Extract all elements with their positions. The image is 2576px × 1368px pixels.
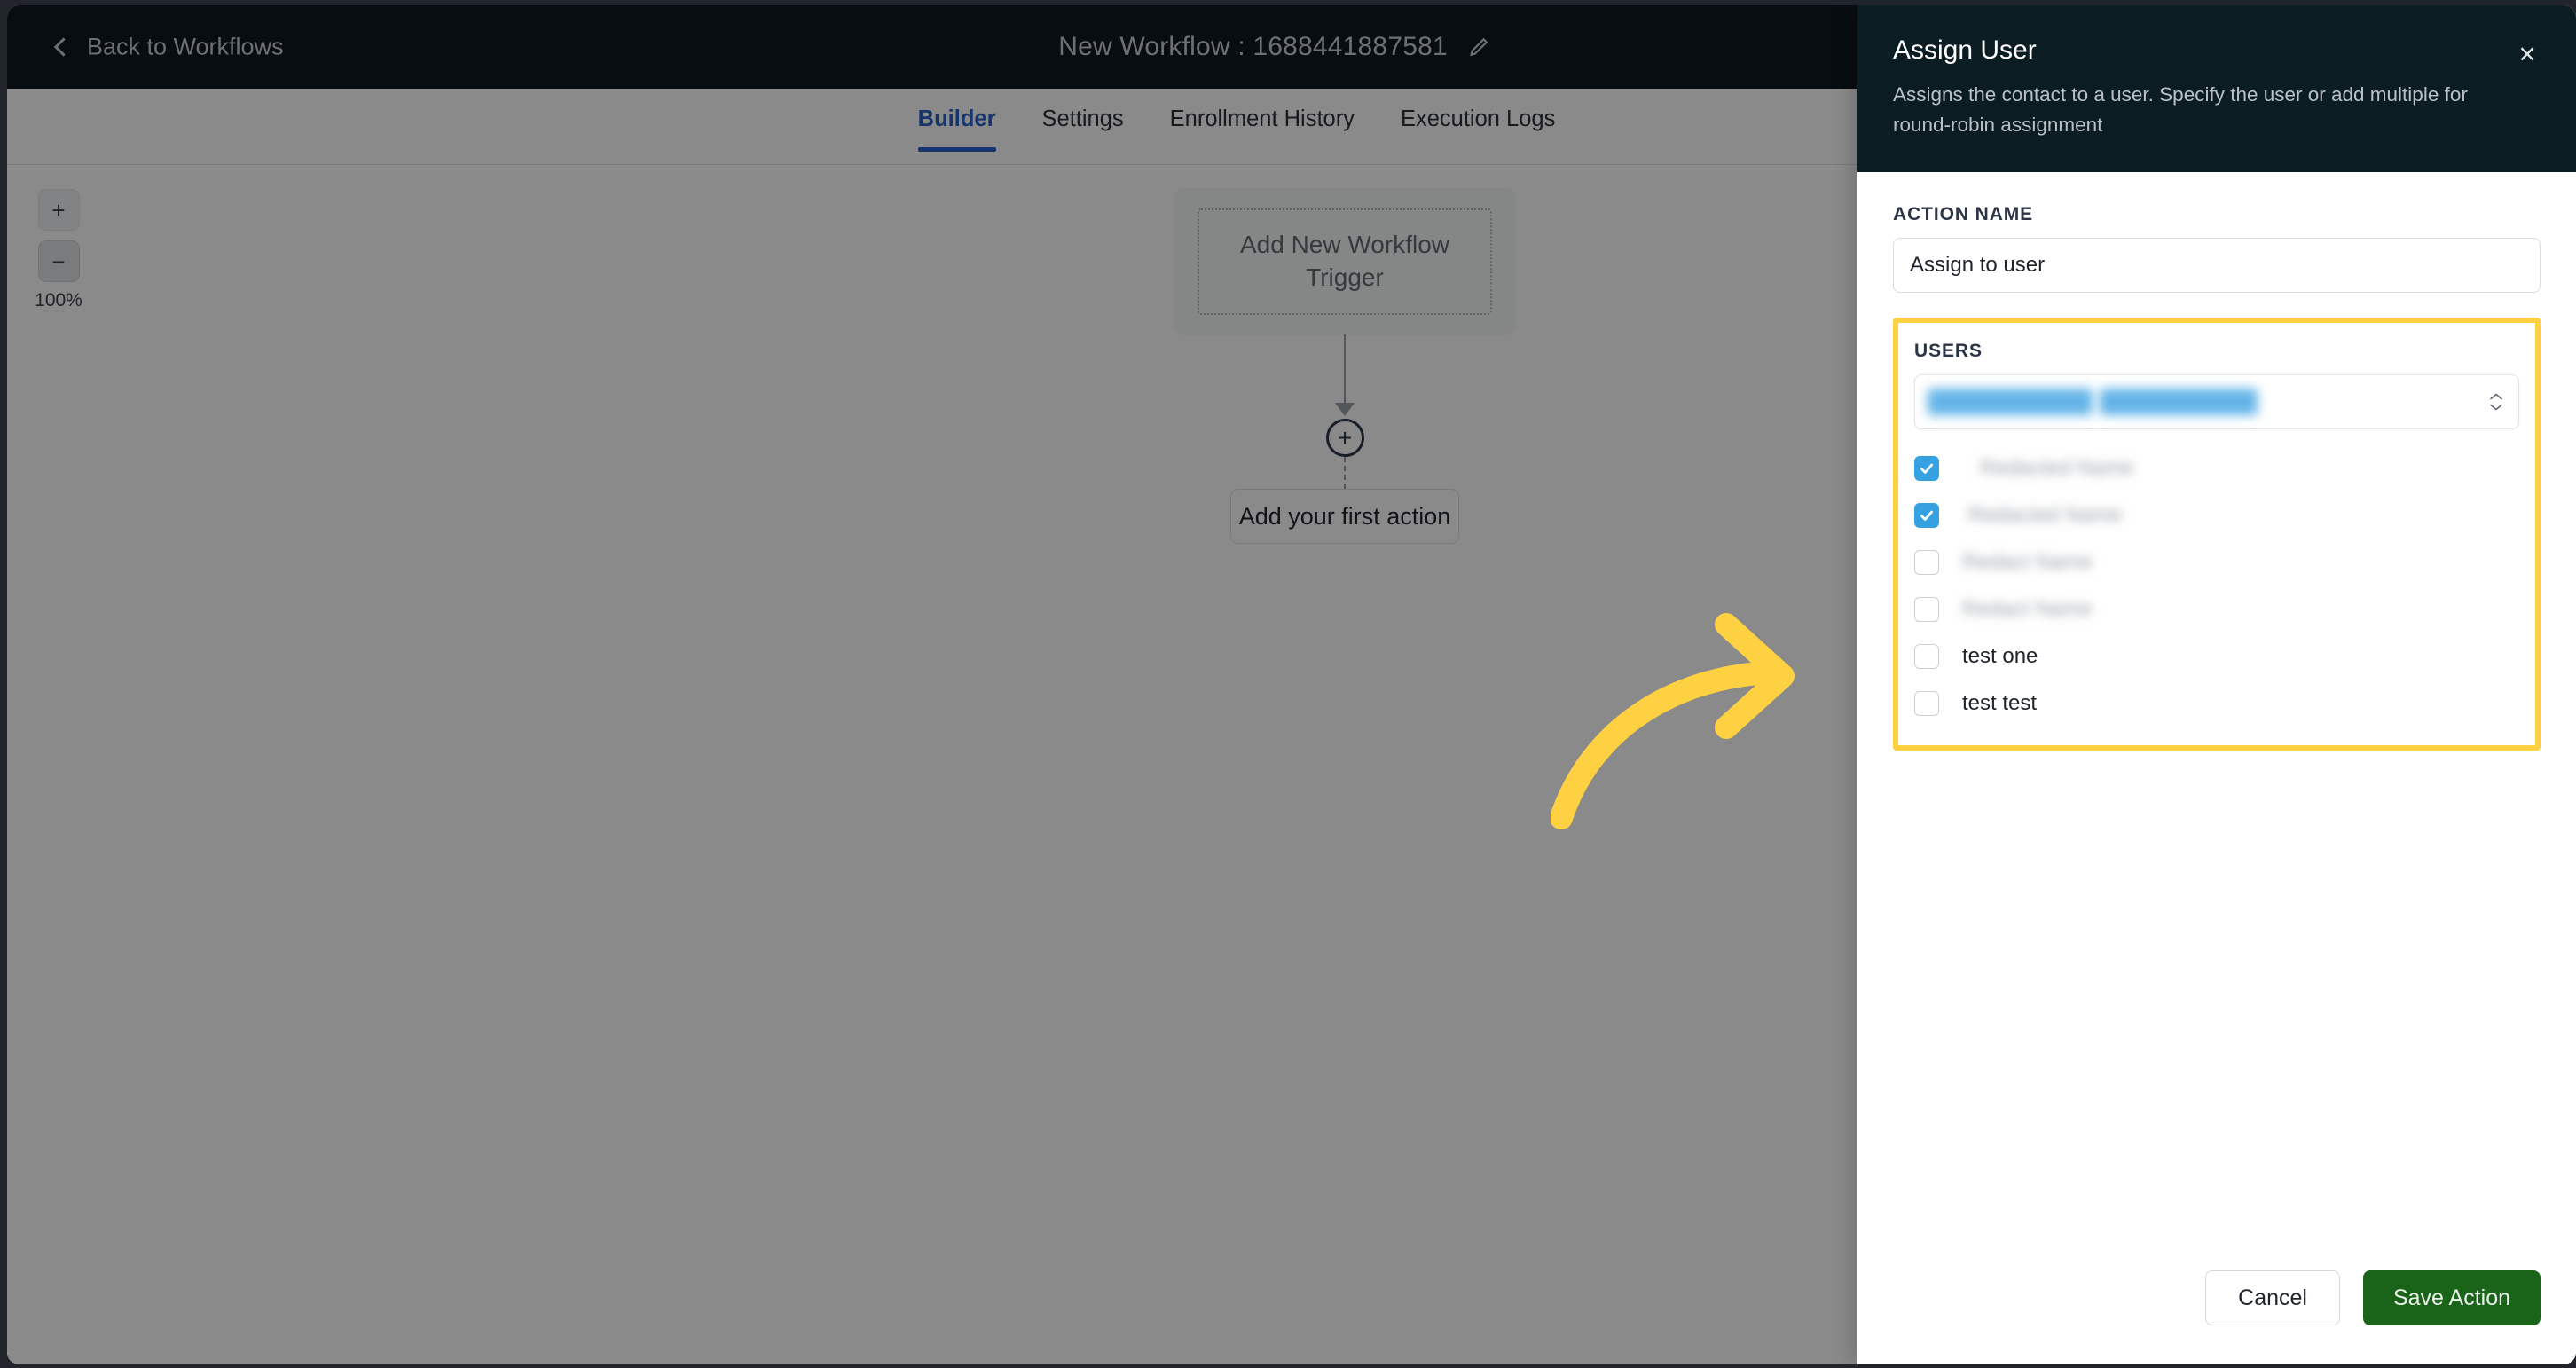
user-name: test one xyxy=(1962,644,2038,668)
tab-enrollment-history[interactable]: Enrollment History xyxy=(1147,106,1378,152)
workflow-graph: Add New Workflow Trigger + Add your firs… xyxy=(1158,188,1531,544)
connector-arrowhead-icon xyxy=(1335,403,1355,416)
panel-body: ACTION NAME USERS xyxy=(1857,172,2576,1271)
selected-user-tag[interactable] xyxy=(2100,388,2258,415)
list-item[interactable]: ​ Redacted Name xyxy=(1914,492,2519,539)
zoom-in-button[interactable]: + xyxy=(37,189,80,231)
tab-execution-logs[interactable]: Execution Logs xyxy=(1378,106,1578,152)
users-multiselect[interactable] xyxy=(1914,373,2519,429)
users-label: USERS xyxy=(1914,340,1983,361)
add-first-action-button[interactable]: Add your first action xyxy=(1230,489,1459,544)
user-name: ​Redact Name xyxy=(1962,550,2093,574)
chevron-left-icon xyxy=(53,37,74,57)
list-item[interactable]: ​Redact Name xyxy=(1914,539,2519,586)
tab-list: Builder Settings Enrollment History Exec… xyxy=(895,89,1579,152)
panel-subtitle: Assigns the contact to a user. Specify t… xyxy=(1893,83,2468,136)
add-trigger-label: Add New Workflow Trigger xyxy=(1198,208,1492,315)
app-window: Back to Workflows New Workflow : 1688441… xyxy=(7,5,2576,1364)
users-option-list: ​ Redacted Name ​ Redacted Name ​Redact … xyxy=(1914,445,2519,727)
list-item[interactable]: test one xyxy=(1914,633,2519,680)
checkbox-icon[interactable] xyxy=(1914,691,1939,716)
zoom-out-button[interactable]: − xyxy=(37,240,80,282)
pencil-icon[interactable] xyxy=(1467,35,1490,59)
list-item[interactable]: ​ Redacted Name xyxy=(1914,445,2519,492)
user-name: ​ Redacted Name xyxy=(1962,456,2134,480)
panel-footer: Cancel Save Action xyxy=(1857,1270,2576,1364)
tab-settings[interactable]: Settings xyxy=(1019,106,1147,152)
checkbox-icon[interactable] xyxy=(1914,550,1939,575)
checkbox-icon[interactable] xyxy=(1914,597,1939,622)
zoom-level-label: 100% xyxy=(35,290,82,311)
close-icon[interactable]: × xyxy=(2512,39,2542,71)
checkbox-icon[interactable] xyxy=(1914,503,1939,528)
connector-line xyxy=(1344,334,1346,404)
tab-builder[interactable]: Builder xyxy=(895,106,1019,152)
add-step-button[interactable]: + xyxy=(1325,419,1364,457)
panel-title: Assign User xyxy=(1893,35,2037,65)
checkbox-icon[interactable] xyxy=(1914,644,1939,669)
selected-user-tag[interactable] xyxy=(1928,388,2093,415)
user-name: test test xyxy=(1962,691,2038,715)
action-name-label: ACTION NAME xyxy=(1893,203,2034,224)
assign-user-panel: Assign User Assigns the contact to a use… xyxy=(1857,5,2576,1364)
back-to-workflows-label: Back to Workflows xyxy=(87,33,284,60)
chevron-updown-icon[interactable] xyxy=(2490,392,2502,411)
user-name: ​ Redacted Name xyxy=(1962,503,2123,527)
trigger-card[interactable]: Add New Workflow Trigger xyxy=(1174,188,1516,334)
action-name-input[interactable] xyxy=(1893,237,2541,293)
users-field-highlight: USERS ​ Redacted Name xyxy=(1893,317,2541,751)
cancel-button[interactable]: Cancel xyxy=(2205,1270,2340,1325)
save-action-button[interactable]: Save Action xyxy=(2362,1270,2541,1325)
checkbox-icon[interactable] xyxy=(1914,456,1939,481)
list-item[interactable]: ​Redact Name xyxy=(1914,586,2519,633)
user-name: ​Redact Name xyxy=(1962,597,2093,621)
connector-dashed-line xyxy=(1344,457,1346,489)
back-to-workflows-link[interactable]: Back to Workflows xyxy=(53,33,284,61)
list-item[interactable]: test test xyxy=(1914,680,2519,727)
zoom-controls: + − 100% xyxy=(27,189,90,311)
page-title: New Workflow : 1688441887581 xyxy=(1058,32,1448,61)
panel-header: Assign User Assigns the contact to a use… xyxy=(1857,5,2576,172)
workflow-title-group: New Workflow : 1688441887581 xyxy=(1058,32,1490,62)
